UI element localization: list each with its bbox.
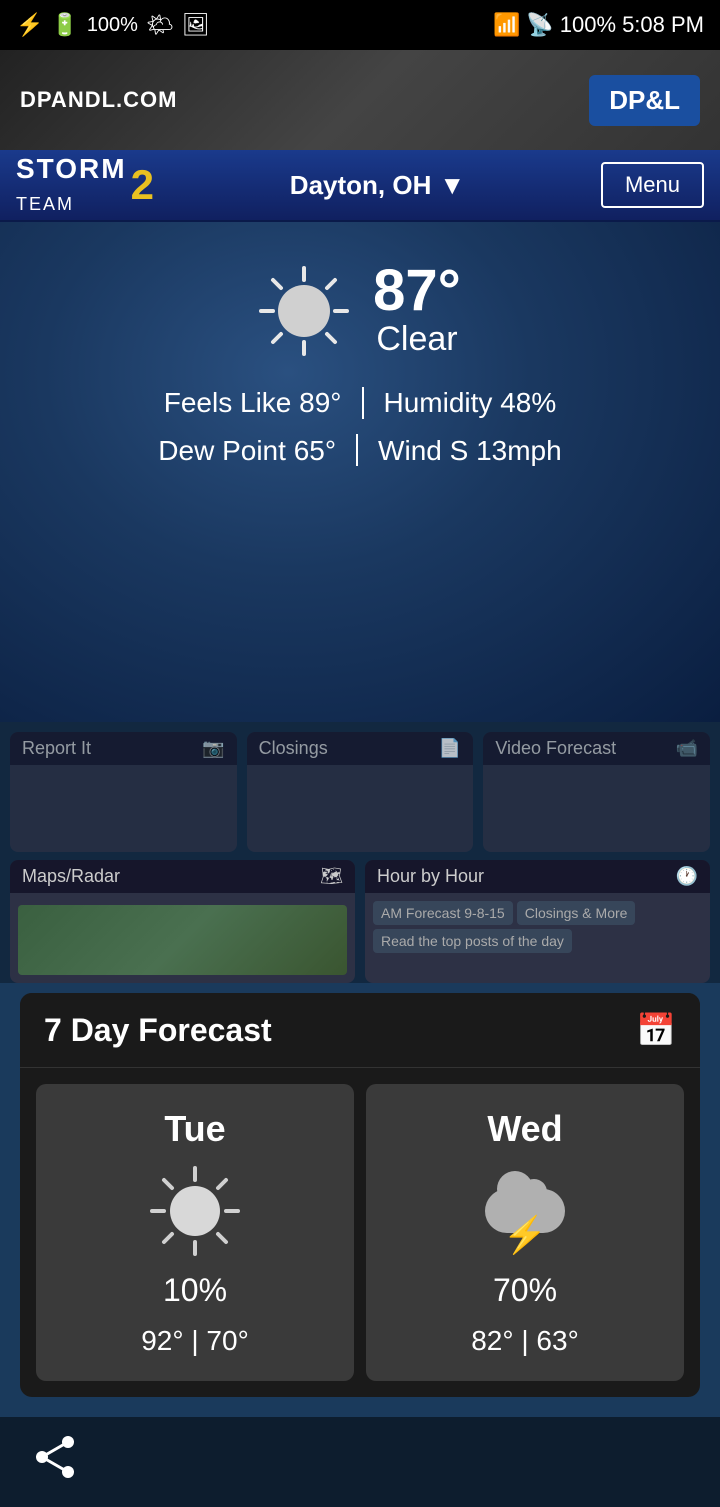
current-weather-display: 87° Clear xyxy=(259,262,461,359)
battery-percent: 100% xyxy=(560,12,616,38)
app-card-video[interactable]: Video Forecast 📹 xyxy=(483,732,710,852)
ad-logo: DP&L xyxy=(589,75,700,126)
map-icon: 🗺 xyxy=(320,866,343,887)
dew-point-label: Dew Point xyxy=(158,427,286,475)
am-forecast-tile: AM Forecast 9-8-15 xyxy=(373,901,513,925)
temp-wed: 82° | 63° xyxy=(471,1325,579,1357)
detail-divider-2 xyxy=(356,434,358,466)
day-name-wed: Wed xyxy=(487,1108,562,1150)
dew-point-value: 65° xyxy=(294,427,336,475)
detail-divider-1 xyxy=(362,387,364,419)
maps-header: Maps/Radar 🗺 xyxy=(10,860,355,893)
lightning-icon: ⚡ xyxy=(503,1214,548,1256)
location-arrow-icon: ▼ xyxy=(439,170,465,201)
status-left: ⚡ 🔋 100% 🌤 🖼 xyxy=(16,12,210,38)
app-card-maps[interactable]: Maps/Radar 🗺 xyxy=(10,860,355,983)
hour-title: Hour by Hour xyxy=(377,866,484,887)
location-name: Dayton, OH xyxy=(290,170,432,201)
day-name-tue: Tue xyxy=(164,1108,225,1150)
temp-tue: 92° | 70° xyxy=(141,1325,249,1357)
temp-display: 100% xyxy=(87,14,138,37)
closings-tile: Closings & More xyxy=(517,901,636,925)
forecast-card-header: 7 Day Forecast 📅 xyxy=(20,993,700,1068)
calendar-icon: 📅 xyxy=(636,1011,676,1049)
posts-tile: Read the top posts of the day xyxy=(373,929,572,953)
ad-website: DPANDL.COM xyxy=(20,87,177,113)
signal-icon: 📡 xyxy=(526,12,553,38)
map-preview-image xyxy=(18,905,347,975)
temp-description: 87° Clear xyxy=(373,262,461,359)
wind-value: S 13mph xyxy=(450,427,562,475)
time-display: 5:08 PM xyxy=(622,12,704,38)
clock-icon: 🕐 xyxy=(676,866,698,887)
bottom-bar xyxy=(0,1417,720,1507)
detail-row-1: Feels Like 89° Humidity 48% xyxy=(158,379,561,427)
detail-row-2: Dew Point 65° Wind S 13mph xyxy=(158,427,561,475)
weather-icon-wed: ⚡ xyxy=(480,1166,570,1256)
maps-body xyxy=(10,893,355,983)
app-card-closings-title: Closings xyxy=(259,738,328,759)
usb-icon: ⚡ xyxy=(16,12,43,38)
storm-team-text: STORMTEAM xyxy=(16,153,127,217)
app-card-closings[interactable]: Closings 📄 xyxy=(247,732,474,852)
forecast-card-title: 7 Day Forecast xyxy=(44,1012,272,1049)
forecast-day-wed[interactable]: Wed ⚡ 70% 82° | 63° xyxy=(366,1084,684,1381)
feels-like-value: 89° xyxy=(299,379,341,427)
battery-icon: 🔋 xyxy=(51,12,78,38)
video-icon: 📹 xyxy=(676,738,698,759)
current-description: Clear xyxy=(373,320,461,359)
feels-like-label: Feels Like xyxy=(164,379,292,427)
image-icon: 🖼 xyxy=(182,12,210,38)
share-icon[interactable] xyxy=(30,1432,80,1493)
precip-wed: 70% xyxy=(493,1272,557,1309)
humidity-value: 48% xyxy=(500,379,556,427)
wifi-icon: 📶 xyxy=(493,12,520,38)
forecast-card: 7 Day Forecast 📅 Tue xyxy=(20,993,700,1397)
app-card-report[interactable]: Report It 📷 xyxy=(10,732,237,852)
document-icon: 📄 xyxy=(439,738,461,759)
weather-icon-tue xyxy=(150,1166,240,1256)
hour-body: AM Forecast 9-8-15 Closings & More Read … xyxy=(365,893,710,961)
forecast-days-container: Tue 10% 92° xyxy=(20,1068,700,1397)
current-temperature: 87° xyxy=(373,262,461,320)
current-weather-icon xyxy=(259,266,349,356)
app-card-report-title: Report It xyxy=(22,738,91,759)
camera-icon: 📷 xyxy=(202,738,224,759)
weather-status-icon: 🌤 xyxy=(146,12,174,38)
wind-label: Wind xyxy=(378,427,442,475)
humidity-label: Humidity xyxy=(384,379,493,427)
location-display[interactable]: Dayton, OH ▼ xyxy=(290,170,465,201)
nav-bar: STORMTEAM 2 Dayton, OH ▼ Menu xyxy=(0,150,720,222)
weather-section: 87° Clear Feels Like 89° Humidity 48% De… xyxy=(0,222,720,722)
weather-details: Feels Like 89° Humidity 48% Dew Point 65… xyxy=(158,379,561,474)
menu-button[interactable]: Menu xyxy=(601,162,704,208)
forecast-day-tue[interactable]: Tue 10% 92° xyxy=(36,1084,354,1381)
ad-banner[interactable]: DPANDL.COM DP&L xyxy=(0,50,720,150)
status-bar: ⚡ 🔋 100% 🌤 🖼 📶 📡 100% 5:08 PM xyxy=(0,0,720,50)
app-card-hour[interactable]: Hour by Hour 🕐 AM Forecast 9-8-15 Closin… xyxy=(365,860,710,983)
app-switcher-overlay: Report It 📷 Closings 📄 Video Forecast 📹 … xyxy=(0,722,720,983)
app-card-video-title: Video Forecast xyxy=(495,738,616,759)
storm-team-logo: STORMTEAM 2 xyxy=(16,153,154,217)
precip-tue: 10% xyxy=(163,1272,227,1309)
maps-title: Maps/Radar xyxy=(22,866,120,887)
storm-team-number: 2 xyxy=(131,164,154,206)
app-cards-row: Maps/Radar 🗺 Hour by Hour 🕐 AM Forecast … xyxy=(10,860,710,983)
status-right: 📶 📡 100% 5:08 PM xyxy=(493,12,704,38)
hour-header: Hour by Hour 🕐 xyxy=(365,860,710,893)
